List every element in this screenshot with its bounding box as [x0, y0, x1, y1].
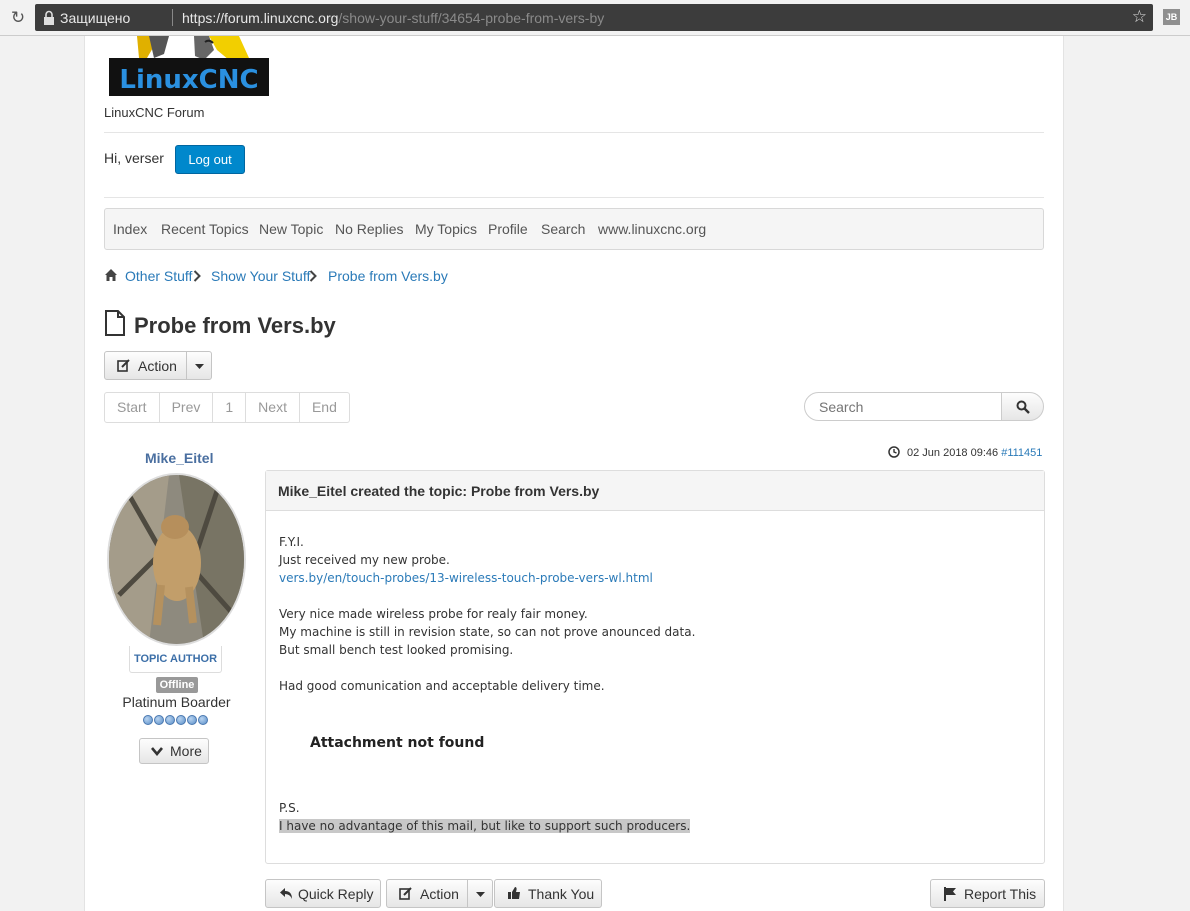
post-card: Mike_Eitel created the topic: Probe from… — [265, 470, 1045, 864]
thumbs-up-icon — [508, 887, 520, 899]
post-action-dropdown[interactable] — [467, 879, 493, 908]
url-host: https://forum.linuxcnc.org — [182, 10, 339, 26]
post-line: But small bench test looked promising. — [279, 643, 514, 657]
pagination-next[interactable]: Next — [246, 393, 300, 422]
author-avatar[interactable] — [107, 473, 246, 646]
topic-action-label: Action — [138, 358, 177, 374]
post-header: Mike_Eitel created the topic: Probe from… — [266, 471, 1044, 511]
status-badge: Offline — [156, 677, 198, 693]
home-icon[interactable] — [104, 268, 118, 282]
breadcrumb-current-topic[interactable]: Probe from Vers.by — [328, 268, 448, 284]
report-button[interactable]: Report This — [930, 879, 1045, 908]
post-action-label: Action — [420, 886, 459, 902]
pagination: Start Prev 1 Next End — [104, 392, 350, 423]
main-nav: Index Recent Topics New Topic No Replies… — [104, 208, 1044, 250]
breadcrumb-show-your-stuff[interactable]: Show Your Stuff — [211, 268, 310, 284]
logout-button[interactable]: Log out — [175, 145, 245, 174]
address-bar[interactable]: Защищено https://forum.linuxcnc.org/show… — [35, 4, 1153, 31]
pagination-start[interactable]: Start — [105, 393, 160, 422]
extension-icon[interactable]: JB — [1163, 9, 1180, 25]
avatar-image — [109, 475, 244, 644]
url-path: /show-your-stuff/34654-probe-from-vers-b… — [338, 10, 605, 26]
clock-icon — [888, 446, 900, 458]
nav-item-search[interactable]: Search — [541, 221, 585, 237]
page-container: LinuxCNC LinuxCNC Forum Hi, verser Log o… — [84, 36, 1064, 911]
edit-icon — [399, 887, 412, 900]
post-permalink[interactable]: #111451 — [1001, 447, 1042, 459]
divider — [104, 197, 1044, 198]
logo-text: LinuxCNC — [119, 65, 258, 95]
topic-action-dropdown[interactable] — [186, 351, 212, 380]
nav-item-new-topic[interactable]: New Topic — [259, 221, 323, 237]
caret-down-icon — [476, 892, 485, 897]
bookmark-star-icon[interactable]: ☆ — [1132, 7, 1147, 27]
chevron-right-icon — [193, 270, 201, 282]
divider — [104, 132, 1044, 133]
reply-icon — [280, 888, 292, 899]
url-text[interactable]: https://forum.linuxcnc.org/show-your-stu… — [182, 10, 604, 26]
document-icon — [105, 310, 125, 336]
rank-stars — [143, 715, 209, 727]
ps-label: P.S. — [279, 801, 300, 815]
topic-author-badge: TOPIC AUTHOR — [129, 646, 222, 673]
search-input[interactable] — [804, 392, 1004, 421]
nav-item-profile[interactable]: Profile — [488, 221, 528, 237]
thank-you-label: Thank You — [528, 886, 595, 902]
search-icon — [1016, 400, 1030, 414]
author-name[interactable]: Mike_Eitel — [145, 450, 213, 466]
site-name: LinuxCNC Forum — [104, 105, 205, 120]
caret-down-icon — [195, 364, 204, 369]
post-line: Had good comunication and acceptable del… — [279, 679, 605, 693]
quick-reply-button[interactable]: Quick Reply — [265, 879, 381, 908]
post-line: My machine is still in revision state, s… — [279, 625, 696, 639]
rank-star-icon — [198, 715, 208, 725]
chevron-down-icon — [151, 747, 163, 756]
secure-label: Защищено — [60, 10, 131, 26]
post-datetime: 02 Jun 2018 09:46 — [907, 447, 999, 459]
post-meta: 02 Jun 2018 09:46 #111451 — [907, 447, 1042, 459]
nav-item-linuxcnc-site[interactable]: www.linuxcnc.org — [598, 221, 706, 237]
rank-star-icon — [154, 715, 164, 725]
post-line: Very nice made wireless probe for realy … — [279, 607, 588, 621]
edit-icon — [117, 359, 130, 372]
ps-text: I have no advantage of this mail, but li… — [279, 819, 691, 833]
browser-toolbar: ↻ Защищено https://forum.linuxcnc.org/sh… — [0, 0, 1190, 36]
reload-icon[interactable]: ↻ — [8, 8, 28, 28]
pagination-prev[interactable]: Prev — [160, 393, 214, 422]
attachment-notice: Attachment not found — [310, 735, 485, 751]
flag-icon — [944, 887, 956, 901]
more-button[interactable]: More — [139, 738, 209, 764]
nav-item-no-replies[interactable]: No Replies — [335, 221, 403, 237]
product-link[interactable]: vers.by/en/touch-probes/13-wireless-touc… — [279, 571, 653, 585]
user-greeting: Hi, verser — [104, 150, 164, 166]
chevron-right-icon — [309, 270, 317, 282]
user-rank: Platinum Boarder — [122, 694, 231, 710]
nav-item-index[interactable]: Index — [113, 221, 147, 237]
post-line: F.Y.I. — [279, 535, 304, 549]
post-line: Just received my new probe. — [279, 553, 450, 567]
post-action-button[interactable]: Action — [386, 879, 468, 908]
topic-action-button[interactable]: Action — [104, 351, 187, 380]
url-separator — [172, 9, 173, 26]
nav-item-my-topics[interactable]: My Topics — [415, 221, 477, 237]
nav-item-recent-topics[interactable]: Recent Topics — [161, 221, 249, 237]
pagination-end[interactable]: End — [300, 393, 349, 422]
rank-star-icon — [176, 715, 186, 725]
lock-icon — [44, 10, 54, 25]
search-button[interactable] — [1001, 392, 1044, 421]
post-body: F.Y.I. Just received my new probe. vers.… — [279, 533, 1029, 695]
thank-you-button[interactable]: Thank You — [494, 879, 602, 908]
rank-star-icon — [143, 715, 153, 725]
rank-star-icon — [165, 715, 175, 725]
rank-star-icon — [187, 715, 197, 725]
linuxcnc-logo[interactable]: LinuxCNC — [109, 36, 274, 96]
more-label: More — [170, 743, 202, 759]
breadcrumb-other-stuff[interactable]: Other Stuff — [125, 268, 192, 284]
page-title: Probe from Vers.by — [134, 313, 336, 338]
quick-reply-label: Quick Reply — [298, 886, 374, 902]
report-label: Report This — [964, 886, 1037, 902]
post-ps: P.S. I have no advantage of this mail, b… — [279, 799, 691, 835]
pagination-page-1[interactable]: 1 — [213, 393, 247, 422]
